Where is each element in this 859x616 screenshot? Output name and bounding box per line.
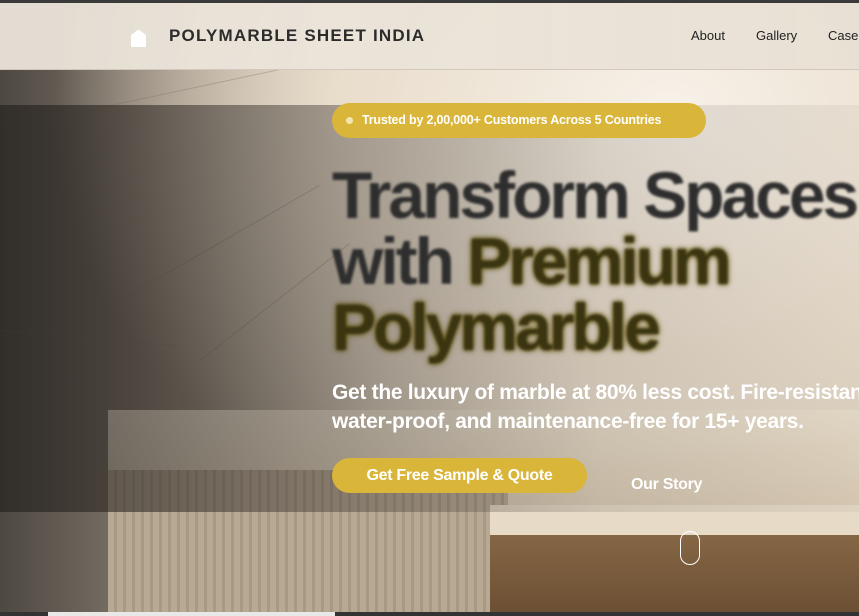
hero-subtitle: Get the luxury of marble at 80% less cos… xyxy=(332,378,859,436)
trust-badge: Trusted by 2,00,000+ Customers Across 5 … xyxy=(332,103,706,138)
headline-line-1: Transform Spaces xyxy=(332,158,859,232)
nav-about[interactable]: About xyxy=(691,28,725,43)
our-story-link[interactable]: Our Story xyxy=(631,476,702,494)
mouse-scroll-icon[interactable] xyxy=(680,531,700,565)
nav-case[interactable]: Case xyxy=(828,28,858,43)
site-header: POLYMARBLE SHEET INDIA About Gallery Cas… xyxy=(0,3,859,70)
get-free-sample-button[interactable]: Get Free Sample & Quote xyxy=(332,458,587,493)
headline-line-2-plain: with xyxy=(332,224,468,298)
badge-dot-icon xyxy=(346,117,353,124)
headline-line-2-highlight: Premium xyxy=(467,224,731,298)
subtitle-line-2: water-proof, and maintenance-free for 15… xyxy=(332,410,804,433)
bottom-strip-segment xyxy=(48,612,335,616)
nav-gallery[interactable]: Gallery xyxy=(756,28,797,43)
house-icon[interactable] xyxy=(129,28,148,48)
hero-headline: Transform Spaces with Premium Polymarble xyxy=(332,158,859,364)
brand-name[interactable]: POLYMARBLE SHEET INDIA xyxy=(169,26,425,46)
badge-text: Trusted by 2,00,000+ Customers Across 5 … xyxy=(362,113,662,127)
subtitle-line-1: Get the luxury of marble at 80% less cos… xyxy=(332,381,859,404)
top-border xyxy=(0,0,859,3)
headline-line-3-highlight: Polymarble xyxy=(332,290,661,364)
